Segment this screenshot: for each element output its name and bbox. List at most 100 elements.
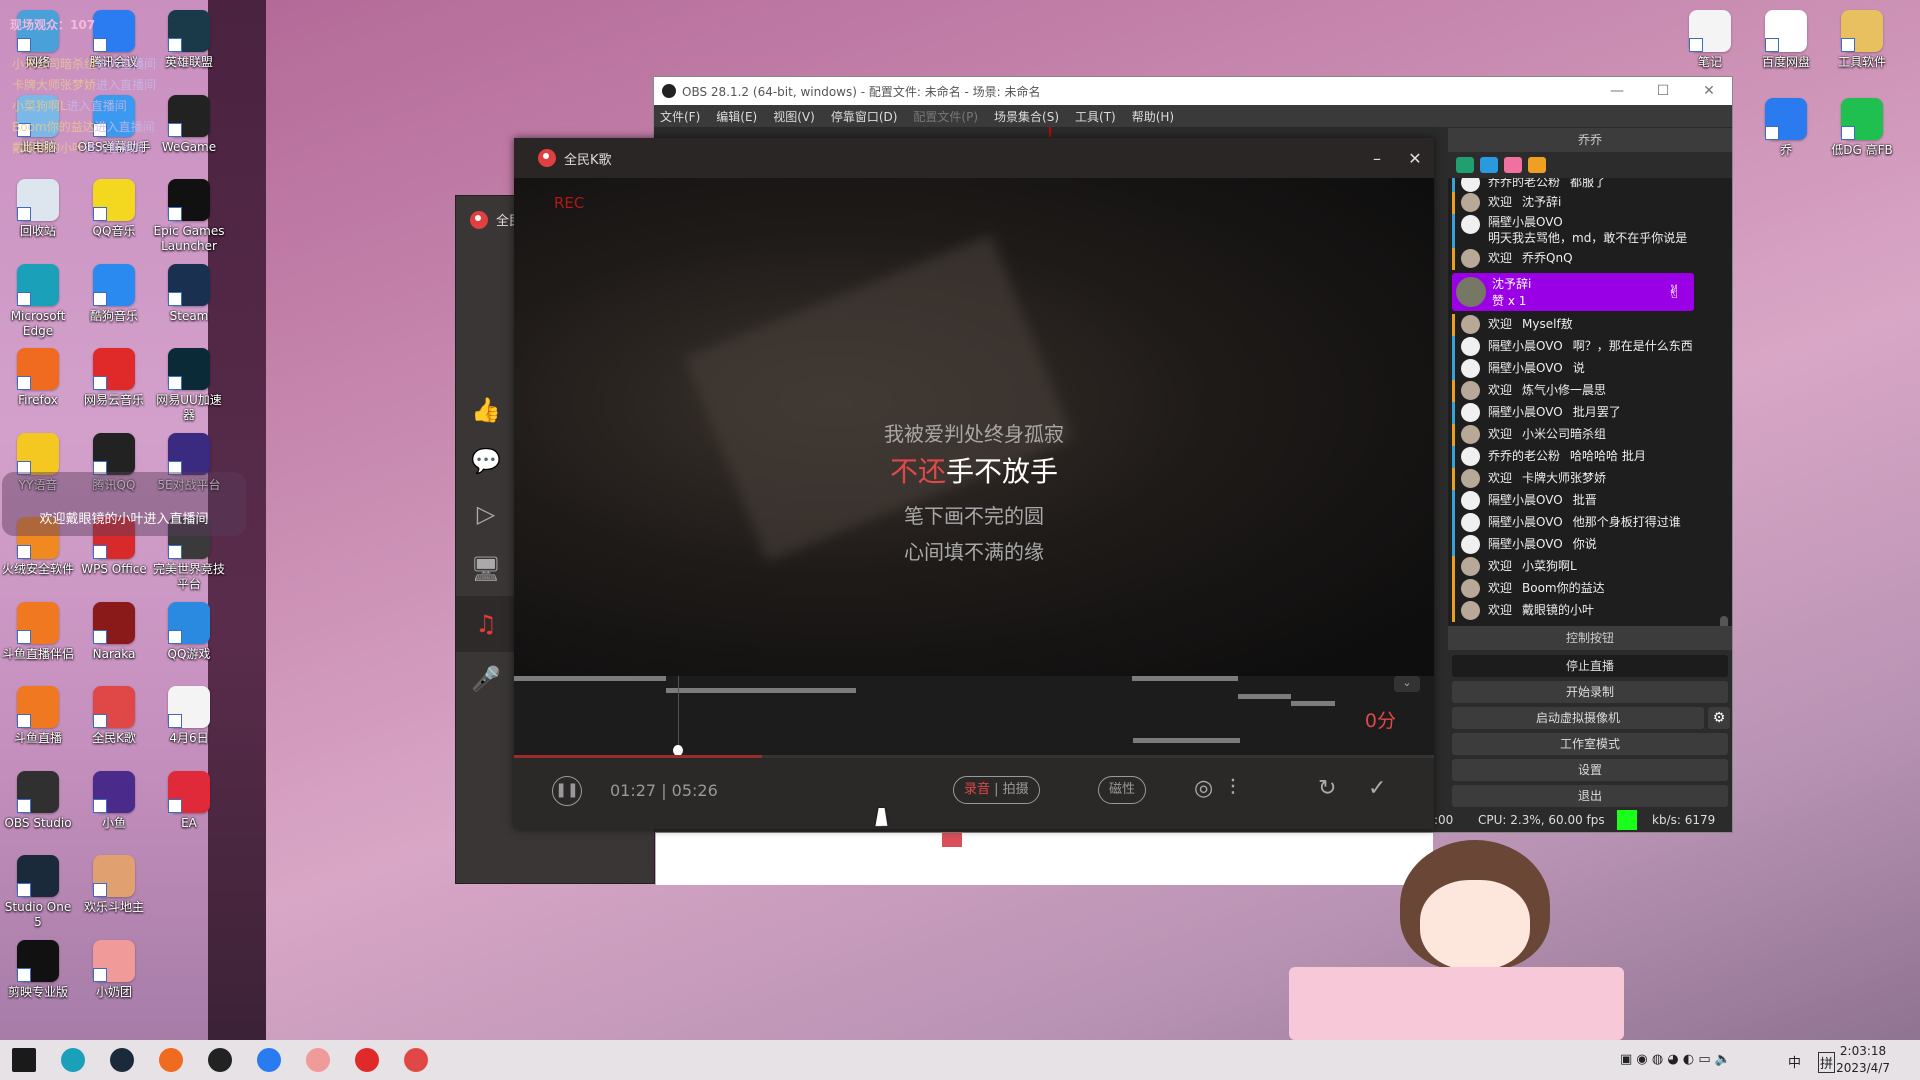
desktop-icon[interactable]: Steam bbox=[151, 260, 227, 324]
chat-message: 明天我去骂他，md，敢不在乎你说是 bbox=[1488, 231, 1688, 245]
desktop-icon[interactable]: 全民K歌 bbox=[76, 682, 152, 746]
desktop-icon-label: EA bbox=[181, 815, 197, 830]
studio-mode-button[interactable]: 工作室模式 bbox=[1452, 733, 1728, 755]
desktop-icon-label: 4月6日 bbox=[169, 731, 209, 745]
start-recording-button[interactable]: 开始录制 bbox=[1452, 681, 1728, 703]
desktop-icon[interactable]: 回收站 bbox=[0, 175, 76, 239]
menu-item[interactable]: 工具(T) bbox=[1075, 108, 1116, 125]
clock[interactable]: 2:03:18 2023/4/7 bbox=[1836, 1043, 1890, 1077]
desktop-icon[interactable]: Microsoft Edge bbox=[0, 260, 76, 339]
desktop-icon[interactable]: WeGame bbox=[151, 91, 227, 155]
gift-icon[interactable] bbox=[1504, 157, 1522, 173]
start-virtual-camera-button[interactable]: 启动虚拟摄像机 bbox=[1452, 707, 1704, 729]
home-icon[interactable] bbox=[1456, 157, 1474, 173]
menu-item[interactable]: 帮助(H) bbox=[1132, 108, 1174, 125]
like-icon[interactable]: 👍 bbox=[456, 382, 516, 438]
desktop-icon[interactable]: 4月6日 bbox=[151, 682, 227, 746]
chat-text: 隔壁小晨OVO 明天我去骂他，md，敢不在乎你说是 bbox=[1488, 214, 1687, 246]
song-list-icon[interactable]: ♫ bbox=[456, 596, 516, 652]
desktop-icon[interactable]: 欢乐斗地主 bbox=[76, 851, 152, 915]
menu-item[interactable]: 停靠窗口(D) bbox=[831, 108, 898, 125]
desktop-icon[interactable]: 网易云音乐 bbox=[76, 344, 152, 408]
desktop-icon[interactable]: 网易UU加速器 bbox=[151, 344, 227, 423]
desktop-icon[interactable]: Naraka bbox=[76, 598, 152, 662]
settings-button[interactable]: 设置 bbox=[1452, 759, 1728, 781]
mixer-icon[interactable]: ⫶ bbox=[1230, 776, 1236, 801]
menu-item[interactable]: 编辑(E) bbox=[716, 108, 757, 125]
ime-language[interactable]: 中 bbox=[1788, 1052, 1801, 1071]
minimize-button[interactable]: — bbox=[1594, 83, 1640, 99]
tuning-icon[interactable]: ◎ bbox=[1194, 776, 1213, 801]
desktop-icon[interactable]: 小鱼 bbox=[76, 767, 152, 831]
desktop-icon[interactable]: 笔记 bbox=[1672, 6, 1748, 70]
terminal-icon[interactable] bbox=[110, 1048, 134, 1072]
chat-text: 欢迎 小菜狗啊L bbox=[1488, 556, 1577, 577]
firefox-icon[interactable] bbox=[159, 1048, 183, 1072]
desktop-icon-label: 完美世界竞技平台 bbox=[152, 562, 225, 591]
close-button[interactable]: ✕ bbox=[1396, 149, 1434, 168]
desktop-icon[interactable]: 小奶团 bbox=[76, 936, 152, 1000]
desktop-icon[interactable]: Studio One 5 bbox=[0, 851, 76, 930]
exit-button[interactable]: 退出 bbox=[1452, 785, 1728, 807]
menu-item[interactable]: 文件(F) bbox=[660, 108, 700, 125]
megaphone-icon[interactable] bbox=[1528, 157, 1546, 173]
restart-icon[interactable]: ↻ bbox=[1318, 776, 1336, 801]
desktop-icon[interactable]: 斗鱼直播 bbox=[0, 682, 76, 746]
pitch-note bbox=[1132, 676, 1238, 681]
menu-item[interactable]: 配置文件(P) bbox=[913, 108, 978, 125]
chat-row: 欢迎 乔乔QnQ bbox=[1452, 248, 1722, 270]
netease-music-icon[interactable] bbox=[355, 1048, 379, 1072]
ime-mode[interactable]: 拼 bbox=[1818, 1052, 1836, 1073]
tray-icons[interactable]: ▣ ◉ ◍ ◕ ◐ ▭ 🔈 bbox=[1620, 1052, 1731, 1067]
chat-list[interactable]: 沈予辞i 赞 x 1 ✌ 乔乔的老公粉 都服了 欢迎 沈予辞i 隔壁小晨OVO 明天我去骂… bbox=[1448, 178, 1732, 626]
desktop-icon[interactable]: OBS Studio bbox=[0, 767, 76, 831]
chat-icon[interactable] bbox=[1480, 157, 1498, 173]
chevron-down-icon[interactable]: ⌄ bbox=[1394, 676, 1420, 692]
desktop-icon[interactable]: QQ音乐 bbox=[76, 175, 152, 239]
desktop-icon-label: 工具软件 bbox=[1837, 55, 1886, 69]
desktop-icon[interactable]: 酷狗音乐 bbox=[76, 260, 152, 324]
app-icon bbox=[1765, 10, 1807, 52]
finish-check-icon[interactable]: ✓ bbox=[1368, 776, 1386, 801]
video-mode[interactable]: 拍摄 bbox=[1003, 782, 1029, 797]
audio-mode[interactable]: 录音 bbox=[964, 782, 990, 797]
voice-effect-button[interactable]: 磁性 bbox=[1098, 776, 1147, 804]
desktop-icon[interactable]: 英雄联盟 bbox=[151, 6, 227, 70]
video-camera-icon[interactable]: ▷ bbox=[456, 486, 516, 542]
desktop-icon-label: 网易UU加速器 bbox=[156, 393, 222, 422]
gear-icon[interactable]: ⚙ bbox=[1708, 707, 1730, 729]
xiaonaituan-icon[interactable] bbox=[306, 1048, 330, 1072]
quanmin-kge-icon[interactable] bbox=[404, 1048, 428, 1072]
obs-icon[interactable] bbox=[208, 1048, 232, 1072]
monitor-icon[interactable]: 🖥 bbox=[456, 541, 516, 597]
desktop-icon[interactable]: 乔 bbox=[1748, 94, 1824, 158]
minimize-button[interactable]: – bbox=[1358, 149, 1396, 168]
menu-item[interactable]: 视图(V) bbox=[773, 108, 815, 125]
menu-item[interactable]: 场景集合(S) bbox=[994, 108, 1059, 125]
windows-start-icon[interactable] bbox=[12, 1048, 36, 1072]
record-mode-toggle[interactable]: 录音 | 拍摄 bbox=[953, 776, 1040, 804]
app-icon[interactable] bbox=[257, 1048, 281, 1072]
marker bbox=[942, 833, 962, 847]
desktop-icon[interactable]: 工具软件 bbox=[1824, 6, 1900, 70]
stop-streaming-button[interactable]: 停止直播 bbox=[1452, 655, 1728, 677]
desktop-icon[interactable]: EA bbox=[151, 767, 227, 831]
desktop-icon[interactable]: QQ游戏 bbox=[151, 598, 227, 662]
desktop-icon[interactable]: 剪映专业版 bbox=[0, 936, 76, 1000]
close-button[interactable]: ✕ bbox=[1686, 83, 1732, 99]
pause-button[interactable]: ❚❚ bbox=[552, 776, 582, 806]
edge-icon[interactable] bbox=[61, 1048, 85, 1072]
chat-row: 欢迎 炼气小修一晨思 bbox=[1452, 380, 1722, 402]
desktop-icon-label: 乔 bbox=[1779, 143, 1792, 157]
maximize-button[interactable]: ☐ bbox=[1640, 83, 1686, 99]
desktop-icon[interactable]: 斗鱼直播伴侣 bbox=[0, 598, 76, 662]
microphone-icon[interactable]: 🎤 bbox=[456, 651, 516, 707]
comments-icon[interactable]: 💬 bbox=[456, 433, 516, 489]
desktop-icon[interactable]: 低DG 高FB bbox=[1824, 94, 1900, 158]
chat-message: 戴眼镜的小叶 bbox=[1522, 603, 1595, 617]
desktop-icon[interactable]: Firefox bbox=[0, 344, 76, 408]
desktop-icon[interactable]: 百度网盘 bbox=[1748, 6, 1824, 70]
desktop-icon[interactable]: Epic Games Launcher bbox=[151, 175, 227, 254]
chat-text: 欢迎 小米公司暗杀组 bbox=[1488, 424, 1606, 445]
gift-notification: 沈予辞i 赞 x 1 ✌ bbox=[1452, 273, 1694, 311]
